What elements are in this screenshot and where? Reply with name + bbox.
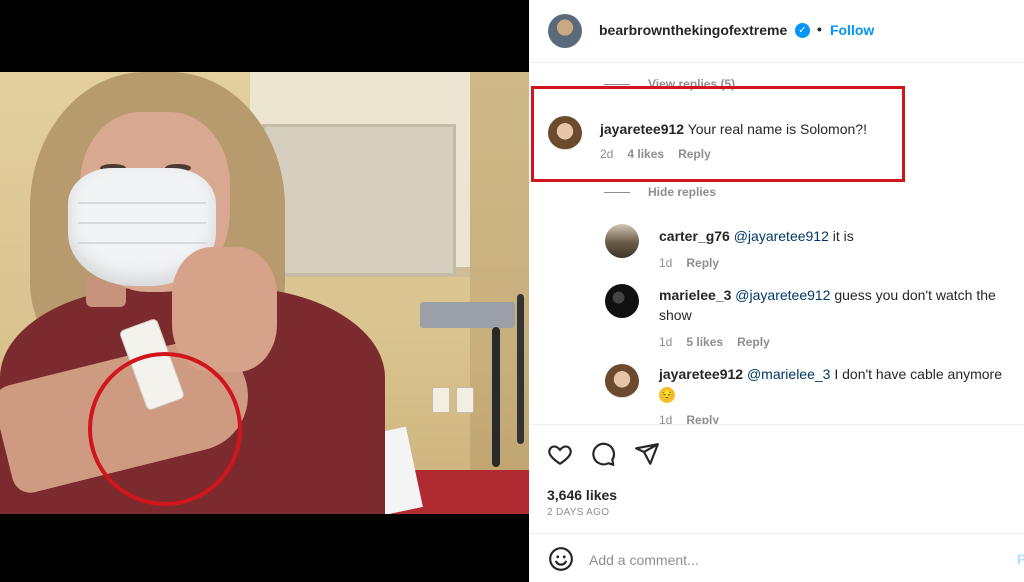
comment-likes[interactable]: 4 likes (627, 147, 664, 161)
comment-username[interactable]: carter_g76 (659, 228, 730, 244)
comment-mention[interactable]: @marielee_3 (747, 366, 830, 382)
comment-icon[interactable] (590, 441, 616, 467)
wall-outlet (456, 387, 474, 413)
wall-outlet (432, 387, 450, 413)
follow-button[interactable]: Follow (830, 22, 874, 38)
commenter-avatar[interactable] (548, 116, 582, 150)
commenter-avatar[interactable] (605, 284, 639, 318)
post-actions: 3,646 likes 2 DAYS AGO (529, 424, 1024, 534)
post-details-panel: bearbrownthekingofextreme ✓ • Follow Vie… (529, 0, 1024, 582)
add-comment-bar: Post (529, 533, 1024, 582)
comments-list[interactable]: View replies (5) jayaretee912 Your real … (529, 64, 1024, 424)
comment-input[interactable] (589, 549, 989, 571)
comment-username[interactable]: marielee_3 (659, 287, 731, 303)
separator-dot: • (817, 21, 822, 37)
verified-badge-icon: ✓ (795, 23, 810, 38)
comment-time[interactable]: 2d (600, 147, 613, 161)
comment-mention[interactable]: @jayaretee912 (735, 287, 830, 303)
reply-button[interactable]: Reply (686, 413, 719, 424)
share-icon[interactable] (634, 441, 660, 467)
comment-text: I don't have cable anymore (830, 366, 1003, 382)
comment-username[interactable]: jayaretee912 (600, 121, 684, 137)
comment-username[interactable]: jayaretee912 (659, 366, 743, 382)
post-header: bearbrownthekingofextreme ✓ • Follow (529, 0, 1024, 63)
pensive-face-icon: 😔 (659, 387, 675, 404)
reply-button[interactable]: Reply (737, 335, 770, 349)
heart-icon[interactable] (547, 441, 573, 467)
emoji-icon[interactable] (548, 546, 574, 572)
reply-button[interactable]: Reply (678, 147, 711, 161)
red-circle-annotation (88, 352, 242, 506)
fist (172, 247, 277, 372)
comment-text: it is (828, 228, 854, 244)
comment-mention[interactable]: @jayaretee912 (734, 228, 829, 244)
comment-text: Your real name is Solomon?! (687, 121, 867, 137)
cabinet-door (262, 124, 456, 276)
post-time[interactable]: 2 DAYS AGO (547, 507, 609, 518)
hide-replies-link[interactable]: Hide replies (648, 185, 716, 199)
post-media[interactable] (0, 0, 529, 582)
commenter-avatar[interactable] (605, 364, 639, 398)
comment-time[interactable]: 1d (659, 335, 672, 349)
reply-thread-line (604, 192, 630, 193)
wall-equipment (420, 302, 515, 328)
reply-button[interactable]: Reply (686, 256, 719, 270)
author-username[interactable]: bearbrownthekingofextreme (599, 22, 787, 38)
commenter-avatar[interactable] (605, 224, 639, 258)
author-avatar[interactable] (548, 14, 582, 48)
reply-thread-line (604, 84, 630, 85)
comment-likes[interactable]: 5 likes (686, 335, 723, 349)
post-photo (0, 72, 529, 514)
comment-time[interactable]: 1d (659, 413, 672, 424)
post-comment-button[interactable]: Post (1017, 551, 1024, 567)
likes-count[interactable]: 3,646 likes (547, 487, 617, 503)
comment-time[interactable]: 1d (659, 256, 672, 270)
